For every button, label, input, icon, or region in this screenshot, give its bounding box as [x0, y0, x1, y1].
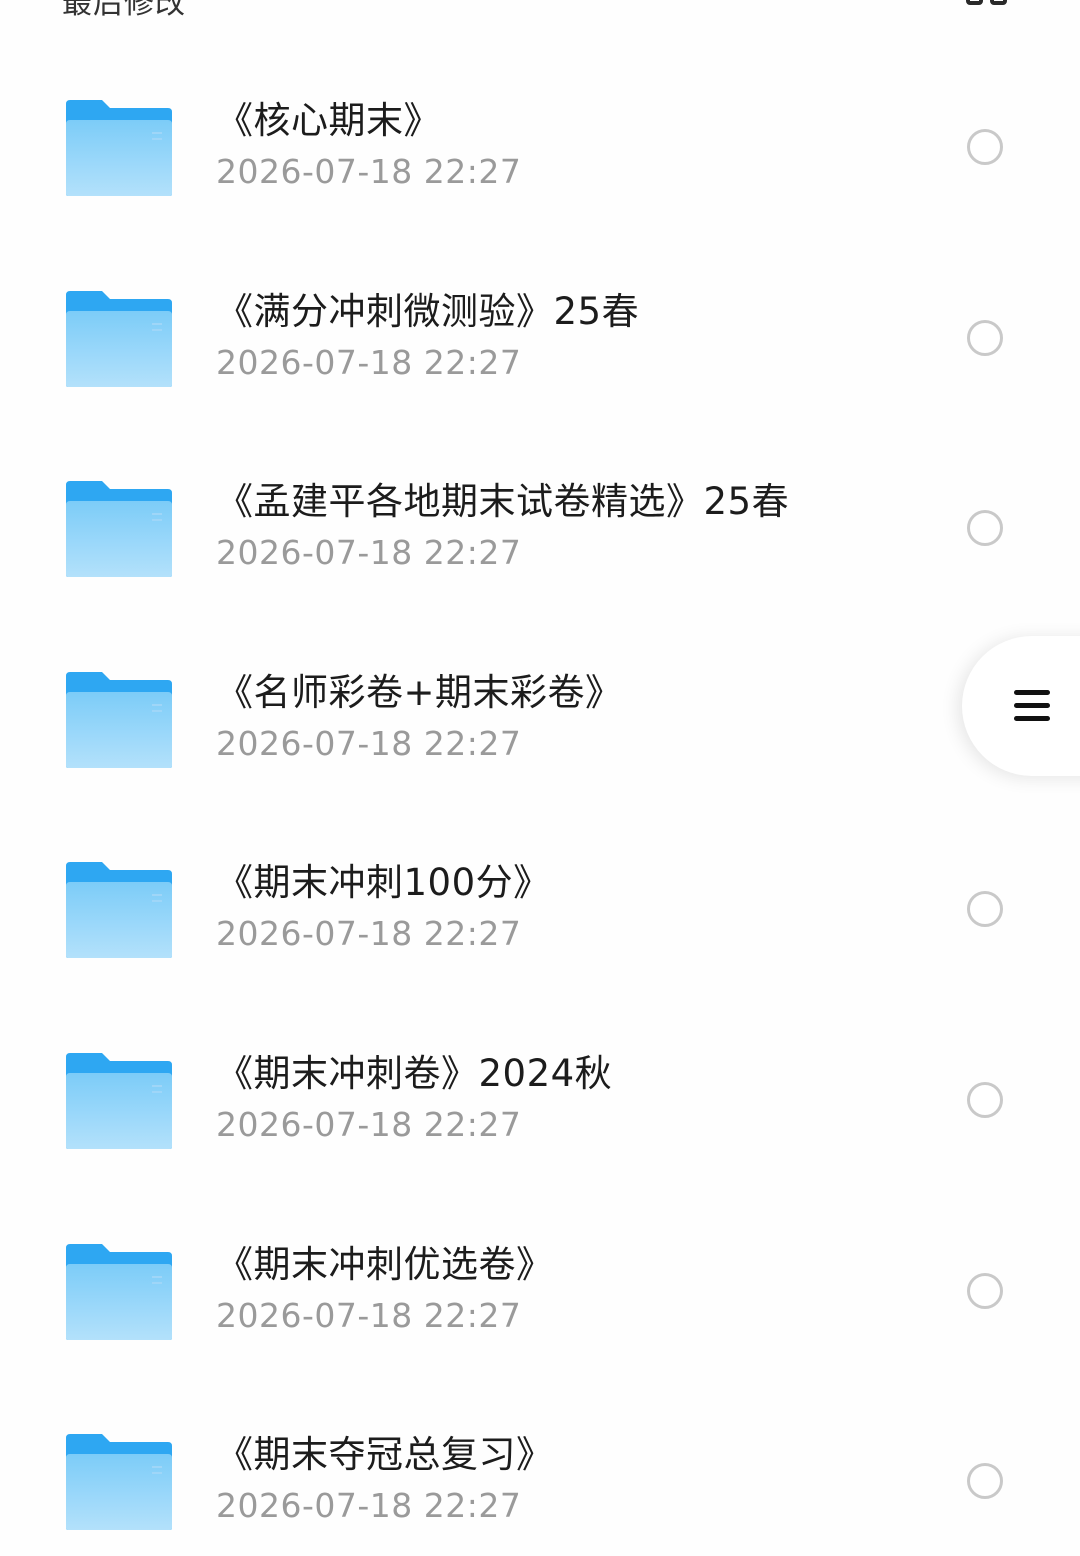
- file-list-item[interactable]: 《期末夺冠总复习》 2026-07-18 22:27: [0, 1386, 1080, 1556]
- file-list-item[interactable]: 《名师彩卷+期末彩卷》 2026-07-18 22:27: [0, 624, 1080, 815]
- hamburger-menu-icon: [1014, 688, 1050, 724]
- file-list: 《核心期末》 2026-07-18 22:27 《满分冲刺微测验》25春 202…: [0, 52, 1080, 1556]
- folder-icon: [64, 860, 174, 960]
- select-radio[interactable]: [967, 1272, 1003, 1309]
- file-list-item[interactable]: 《期末冲刺100分》 2026-07-18 22:27: [0, 814, 1080, 1005]
- folder-icon: [64, 1051, 174, 1151]
- file-date: 2026-07-18 22:27: [216, 1486, 522, 1526]
- file-name: 《期末夺冠总复习》: [216, 1433, 554, 1477]
- file-name: 《期末冲刺优选卷》: [216, 1242, 554, 1286]
- file-list-item[interactable]: 《孟建平各地期末试卷精选》25春 2026-07-18 22:27: [0, 433, 1080, 624]
- select-radio[interactable]: [967, 891, 1003, 928]
- sort-header: 最后修改: [0, 0, 1080, 21]
- file-name: 《核心期末》: [216, 99, 441, 142]
- select-radio[interactable]: [967, 510, 1003, 547]
- select-radio[interactable]: [967, 319, 1003, 356]
- select-radio[interactable]: [967, 1463, 1003, 1500]
- file-manager-screen: 最后修改 《核心期末》 2026-07-18 22:27 《满分冲刺微测验》25…: [0, 0, 1080, 1556]
- select-radio[interactable]: [967, 129, 1003, 165]
- folder-icon: [64, 670, 174, 770]
- folder-icon: [64, 1242, 174, 1342]
- file-name: 《期末冲刺卷》2024秋: [216, 1051, 613, 1095]
- file-name: 《期末冲刺100分》: [216, 861, 551, 905]
- file-date: 2026-07-18 22:27: [216, 1104, 522, 1144]
- file-list-item[interactable]: 《期末冲刺优选卷》 2026-07-18 22:27: [0, 1196, 1080, 1387]
- folder-icon: [64, 98, 174, 198]
- folder-icon: [64, 1432, 174, 1532]
- file-date: 2026-07-18 22:27: [216, 1295, 522, 1335]
- file-date: 2026-07-18 22:27: [216, 342, 522, 382]
- file-list-item[interactable]: 《核心期末》 2026-07-18 22:27: [0, 52, 1080, 243]
- file-date: 2026-07-18 22:27: [216, 914, 522, 954]
- file-name: 《名师彩卷+期末彩卷》: [216, 670, 623, 714]
- select-radio[interactable]: [967, 1081, 1003, 1118]
- file-date: 2026-07-18 22:27: [216, 533, 522, 573]
- grid-view-icon[interactable]: [966, 0, 1014, 16]
- folder-icon: [64, 289, 174, 389]
- file-date: 2026-07-18 22:27: [216, 723, 522, 763]
- file-list-item[interactable]: 《期末冲刺卷》2024秋 2026-07-18 22:27: [0, 1005, 1080, 1196]
- file-list-item[interactable]: 《满分冲刺微测验》25春 2026-07-18 22:27: [0, 243, 1080, 434]
- file-name: 《满分冲刺微测验》25春: [216, 289, 640, 333]
- file-date: 2026-07-18 22:27: [216, 152, 522, 191]
- file-name: 《孟建平各地期末试卷精选》25春: [216, 480, 790, 524]
- folder-icon: [64, 479, 174, 579]
- sort-label[interactable]: 最后修改: [62, 0, 186, 22]
